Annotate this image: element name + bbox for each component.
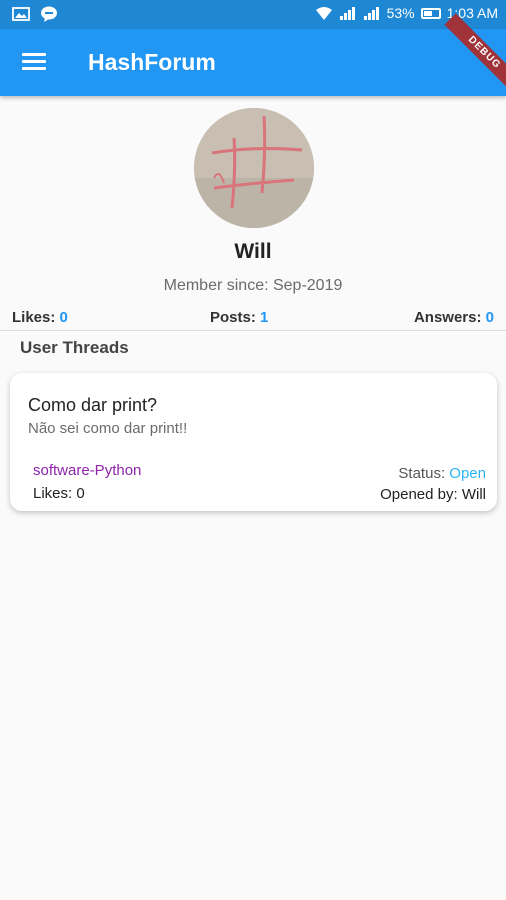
stat-posts-label: Posts: xyxy=(210,309,256,326)
stat-likes-label: Likes: xyxy=(12,309,56,326)
profile-name: Will xyxy=(234,240,272,263)
profile-stats: Likes: 0 Posts: 1 Answers: 0 xyxy=(12,309,494,327)
avatar-image xyxy=(194,108,314,228)
chat-icon xyxy=(41,6,57,22)
status-bar: 53% 1:03 AM xyxy=(0,0,506,29)
gallery-icon xyxy=(12,7,30,21)
thread-status-value: Open xyxy=(449,465,486,482)
thread-likes: Likes: 0 xyxy=(33,485,85,502)
signal-icon xyxy=(363,7,379,20)
stat-answers: Answers: 0 xyxy=(414,309,494,326)
stat-posts: Posts: 1 xyxy=(210,309,268,326)
section-title: User Threads xyxy=(20,338,129,357)
stat-answers-label: Answers: xyxy=(413,309,482,326)
thread-status: Status: Open xyxy=(398,465,486,482)
stat-likes-value: 0 xyxy=(59,309,68,326)
battery-percent: 53% xyxy=(386,5,415,21)
menu-icon[interactable] xyxy=(22,53,46,73)
thread-status-label: Status: xyxy=(398,465,446,482)
thread-card[interactable]: Como dar print? Não sei como dar print!!… xyxy=(10,373,497,511)
thread-opened-by: Opened by: Will xyxy=(380,486,486,503)
status-bar-left xyxy=(12,6,58,22)
stat-likes: Likes: 0 xyxy=(12,309,68,326)
wifi-icon xyxy=(315,7,332,20)
thread-title: Como dar print? xyxy=(28,395,158,415)
stat-answers-value: 0 xyxy=(485,309,494,326)
signal-icon xyxy=(339,7,355,20)
thread-body: Não sei como dar print!! xyxy=(28,420,188,437)
battery-icon xyxy=(420,7,441,19)
thread-tag: software-Python xyxy=(33,462,142,479)
stat-posts-value: 1 xyxy=(260,309,269,326)
avatar xyxy=(194,108,314,228)
app-title: HashForum xyxy=(88,49,216,75)
member-since: Member since: Sep-2019 xyxy=(163,277,343,294)
status-bar-right: 53% 1:03 AM xyxy=(315,5,498,21)
app-bar: HashForum DEBUG xyxy=(0,13,506,96)
divider xyxy=(0,330,506,331)
